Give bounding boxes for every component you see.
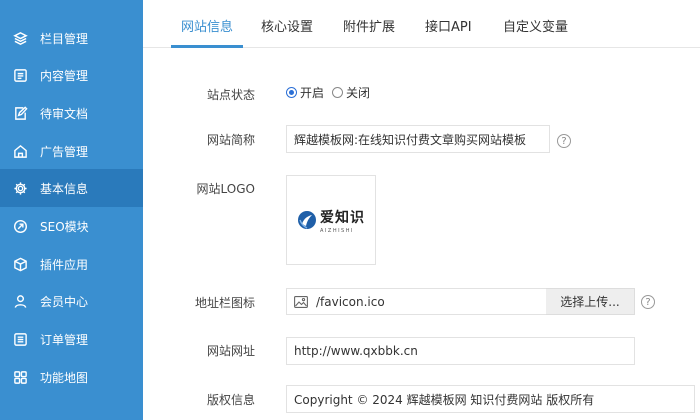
sidebar-item-content-management[interactable]: 内容管理	[0, 56, 143, 94]
tab-attachment-ext[interactable]: 附件扩展	[343, 16, 395, 35]
sidebar-item-label: 插件应用	[40, 257, 89, 272]
sidebar-item-label: 功能地图	[40, 370, 89, 385]
site-logo: 爱知识 AIZHISHI	[297, 207, 365, 234]
status-radio-group: 开启 关闭	[286, 84, 378, 101]
list-box-icon	[12, 67, 28, 83]
short-name-input[interactable]: 辉越模板网:在线知识付费文章购买网站模板	[286, 125, 550, 153]
image-icon	[294, 295, 308, 308]
help-icon[interactable]: ?	[641, 295, 655, 309]
sidebar-item-label: 内容管理	[40, 68, 89, 83]
sidebar-item-label: 广告管理	[40, 144, 89, 159]
cube-icon	[12, 256, 28, 272]
logo-upload-box[interactable]: 爱知识 AIZHISHI	[286, 175, 376, 265]
sidebar-item-column-management[interactable]: 栏目管理	[0, 19, 143, 57]
sidebar-item-label: 栏目管理	[40, 31, 89, 46]
gear-icon	[12, 180, 28, 196]
status-open-radio[interactable]: 开启	[286, 84, 324, 101]
radio-dot	[332, 87, 344, 98]
order-list-icon	[12, 331, 28, 347]
copyright-input[interactable]: Copyright © 2024 辉越模板网 知识付费网站 版权所有	[286, 385, 695, 413]
logo-emblem-icon	[298, 211, 316, 229]
logo-cn-text: 爱知识	[320, 209, 365, 226]
logo-label: 网站LOGO	[196, 182, 255, 196]
sidebar-item-label: SEO模块	[40, 219, 89, 234]
sidebar-item-pending-docs[interactable]: 待审文档	[0, 94, 143, 132]
link-circle-icon	[12, 218, 28, 234]
sidebar-item-label: 订单管理	[40, 332, 89, 347]
favicon-input[interactable]: /favicon.ico	[286, 288, 547, 315]
sidebar-item-member-center[interactable]: 会员中心	[0, 282, 143, 320]
sidebar-item-order-management[interactable]: 订单管理	[0, 320, 143, 358]
tab-site-info[interactable]: 网站信息	[181, 16, 233, 35]
upload-button[interactable]: 选择上传...	[546, 288, 635, 315]
tab-bar: 网站信息 核心设置 附件扩展 接口API 自定义变量	[143, 0, 700, 48]
help-icon[interactable]: ?	[557, 134, 571, 148]
site-url-input[interactable]: http://www.qxbbk.cn	[286, 337, 635, 365]
copyright-label: 版权信息	[206, 393, 255, 407]
status-label: 站点状态	[206, 88, 255, 102]
favicon-label: 地址栏图标	[194, 296, 255, 310]
grid-icon	[12, 369, 28, 385]
sidebar-item-ad-management[interactable]: 广告管理	[0, 132, 143, 170]
sidebar-item-seo-module[interactable]: SEO模块	[0, 207, 143, 245]
sidebar-item-plugins[interactable]: 插件应用	[0, 245, 143, 283]
radio-dot	[286, 87, 297, 98]
status-closed-radio[interactable]: 关闭	[332, 84, 370, 101]
tab-api[interactable]: 接口API	[425, 16, 472, 35]
sidebar: 栏目管理 内容管理 待审文档 广告管理 基本信息 SEO模块 插件应用 会员中心…	[0, 0, 143, 420]
sidebar-item-label: 待审文档	[40, 106, 89, 121]
short-name-label: 网站简称	[206, 133, 255, 147]
sidebar-item-label: 会员中心	[40, 294, 89, 309]
main-panel: 网站信息 核心设置 附件扩展 接口API 自定义变量 站点状态 开启 关闭 网站…	[143, 0, 700, 420]
user-icon	[12, 293, 28, 309]
house-icon	[12, 143, 28, 159]
site-url-label: 网站网址	[206, 344, 255, 358]
radio-label: 开启	[300, 86, 325, 100]
tab-core-settings[interactable]: 核心设置	[261, 16, 313, 35]
sidebar-item-label: 基本信息	[40, 181, 89, 196]
layers-icon	[12, 30, 28, 46]
sidebar-item-feature-map[interactable]: 功能地图	[0, 358, 143, 396]
sidebar-item-basic-info[interactable]: 基本信息	[0, 169, 143, 207]
tab-custom-vars[interactable]: 自定义变量	[503, 16, 568, 35]
active-tab-indicator	[171, 45, 243, 48]
radio-label: 关闭	[346, 86, 371, 100]
edit-doc-icon	[12, 105, 28, 121]
logo-en-text: AIZHISHI	[320, 227, 354, 234]
favicon-path: /favicon.ico	[316, 294, 385, 309]
